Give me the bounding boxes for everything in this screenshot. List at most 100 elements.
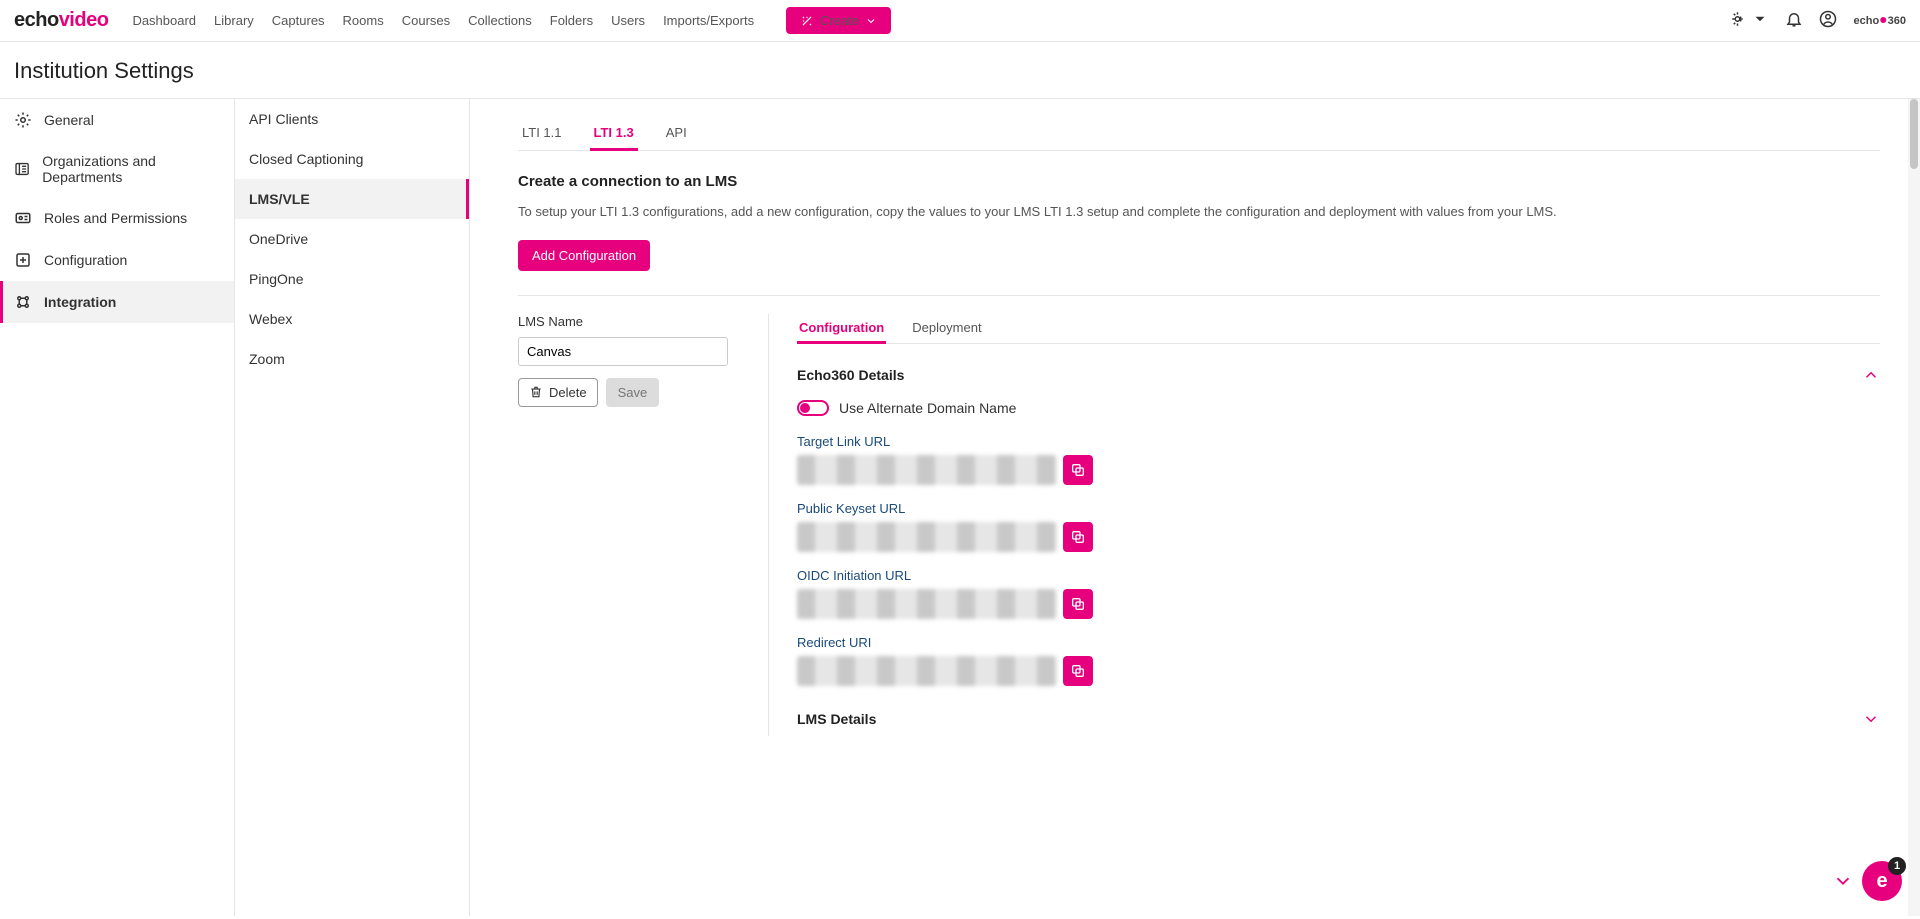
nav-courses[interactable]: Courses: [402, 13, 450, 28]
sidebar-item-general[interactable]: General: [0, 99, 234, 141]
sidebar-item-label: Configuration: [44, 252, 127, 268]
sidebar-item-label: General: [44, 112, 94, 128]
magic-wand-icon: [800, 14, 814, 28]
sidebar-item-lms-vle[interactable]: LMS/VLE: [235, 179, 469, 219]
copy-button[interactable]: [1063, 589, 1093, 619]
sidebar-item-configuration[interactable]: Configuration: [0, 239, 234, 281]
redacted-value: [797, 522, 1057, 552]
layout: General Organizations and Departments Ro…: [0, 99, 1920, 916]
sidebar-item-api-clients[interactable]: API Clients: [235, 99, 469, 139]
nav-library[interactable]: Library: [214, 13, 254, 28]
copy-button[interactable]: [1063, 455, 1093, 485]
alternate-domain-toggle-row: Use Alternate Domain Name: [797, 400, 1880, 416]
copy-icon: [1070, 462, 1086, 478]
tab-lti11[interactable]: LTI 1.1: [518, 117, 566, 151]
lms-details-accordion-header[interactable]: LMS Details: [797, 702, 1880, 736]
sidebar-item-orgs-depts[interactable]: Organizations and Departments: [0, 141, 234, 197]
org-icon: [14, 160, 30, 178]
save-button: Save: [606, 378, 660, 407]
field-label: Public Keyset URL: [797, 501, 1880, 516]
tab-api[interactable]: API: [662, 117, 691, 151]
sidebar-item-webex[interactable]: Webex: [235, 299, 469, 339]
create-button[interactable]: Create: [786, 7, 891, 34]
sidebar-item-label: API Clients: [249, 111, 318, 127]
redacted-value: [797, 455, 1057, 485]
nav-collections[interactable]: Collections: [468, 13, 532, 28]
sidebar-item-closed-captioning[interactable]: Closed Captioning: [235, 139, 469, 179]
field-value-row: [797, 589, 1880, 619]
delete-button[interactable]: Delete: [518, 378, 598, 407]
scrollbar[interactable]: [1908, 99, 1920, 916]
config-left-panel: LMS Name Delete Save: [518, 314, 728, 407]
sidebar-item-label: Closed Captioning: [249, 151, 363, 167]
nav-rooms[interactable]: Rooms: [343, 13, 384, 28]
nav-links: Dashboard Library Captures Rooms Courses…: [132, 7, 891, 34]
sidebar-item-label: LMS/VLE: [249, 191, 310, 207]
sidebar-item-label: Organizations and Departments: [42, 153, 220, 185]
redacted-value: [797, 589, 1057, 619]
sidebar-secondary: API Clients Closed Captioning LMS/VLE On…: [235, 99, 470, 916]
copy-icon: [1070, 596, 1086, 612]
config-subtabs: Configuration Deployment: [797, 314, 1880, 344]
copy-button[interactable]: [1063, 522, 1093, 552]
nav-dashboard[interactable]: Dashboard: [132, 13, 196, 28]
tab-label: LTI 1.3: [594, 125, 634, 140]
redacted-value: [797, 656, 1057, 686]
help-fab-button[interactable]: e 1: [1862, 861, 1902, 901]
chevron-down-icon[interactable]: [1832, 870, 1854, 892]
page-title-bar: Institution Settings: [0, 42, 1920, 99]
nav-folders[interactable]: Folders: [550, 13, 593, 28]
field-value-row: [797, 522, 1880, 552]
lms-tabs: LTI 1.1 LTI 1.3 API: [518, 117, 1880, 151]
copy-icon: [1070, 529, 1086, 545]
echo360-details-accordion-header[interactable]: Echo360 Details: [797, 358, 1880, 392]
nav-users[interactable]: Users: [611, 13, 645, 28]
field-target-link-url: Target Link URL: [797, 434, 1880, 485]
sidebar-item-roles-permissions[interactable]: Roles and Permissions: [0, 197, 234, 239]
sidebar-item-label: OneDrive: [249, 231, 308, 247]
bell-icon[interactable]: [1785, 10, 1803, 31]
field-oidc-initiation-url: OIDC Initiation URL: [797, 568, 1880, 619]
small-brand-logo[interactable]: echo●360: [1853, 15, 1906, 27]
sidebar-primary: General Organizations and Departments Ro…: [0, 99, 235, 916]
app-logo[interactable]: echovideo: [14, 9, 108, 32]
chevron-down-icon: [1862, 710, 1880, 728]
sidebar-item-pingone[interactable]: PingOne: [235, 259, 469, 299]
field-value-row: [797, 455, 1880, 485]
top-nav: echovideo Dashboard Library Captures Roo…: [0, 0, 1920, 42]
field-public-keyset-url: Public Keyset URL: [797, 501, 1880, 552]
copy-button[interactable]: [1063, 656, 1093, 686]
form-button-row: Delete Save: [518, 378, 728, 407]
sidebar-item-label: Webex: [249, 311, 292, 327]
accordion-title: Echo360 Details: [797, 367, 904, 383]
sidebar-item-zoom[interactable]: Zoom: [235, 339, 469, 379]
tab-lti13[interactable]: LTI 1.3: [590, 117, 638, 151]
chevron-up-icon: [1862, 366, 1880, 384]
divider: [518, 295, 1880, 296]
integration-icon: [14, 293, 32, 311]
user-icon[interactable]: [1819, 10, 1837, 31]
subtab-deployment[interactable]: Deployment: [910, 314, 983, 344]
fab-letter: e: [1876, 870, 1887, 893]
nav-imports-exports[interactable]: Imports/Exports: [663, 13, 754, 28]
accordion-title: LMS Details: [797, 711, 876, 727]
sidebar-item-onedrive[interactable]: OneDrive: [235, 219, 469, 259]
subtab-configuration[interactable]: Configuration: [797, 314, 886, 344]
sidebar-item-label: Zoom: [249, 351, 285, 367]
lms-name-input[interactable]: [518, 337, 728, 366]
field-label: OIDC Initiation URL: [797, 568, 1880, 583]
save-button-label: Save: [618, 385, 648, 400]
nav-captures[interactable]: Captures: [272, 13, 325, 28]
sidebar-item-integration[interactable]: Integration: [0, 281, 234, 323]
button-label: Add Configuration: [532, 248, 636, 263]
delete-button-label: Delete: [549, 385, 587, 400]
scrollbar-thumb[interactable]: [1910, 99, 1918, 169]
alternate-domain-toggle[interactable]: [797, 400, 829, 416]
field-label: Target Link URL: [797, 434, 1880, 449]
chevron-down-icon: [865, 15, 877, 27]
copy-icon: [1070, 663, 1086, 679]
add-configuration-button[interactable]: Add Configuration: [518, 240, 650, 271]
settings-dropdown-icon[interactable]: [1730, 10, 1770, 31]
create-button-label: Create: [820, 13, 859, 28]
trash-icon: [529, 385, 543, 399]
